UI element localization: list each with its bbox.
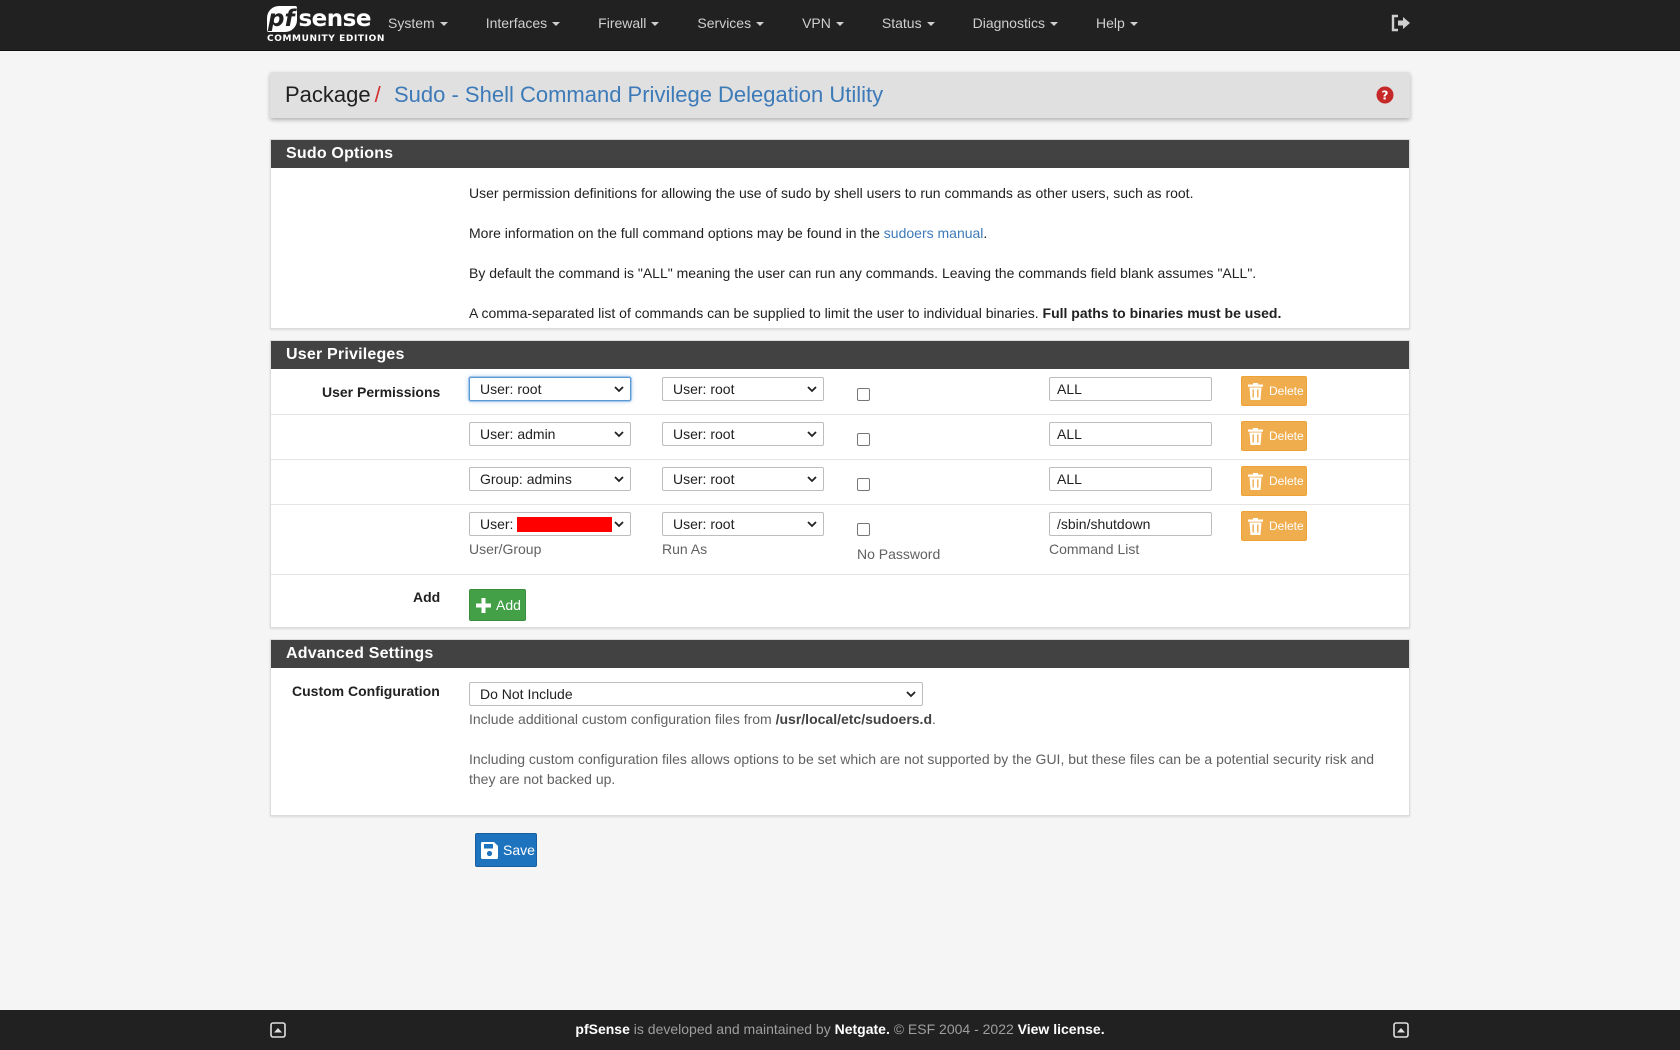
logo-wordmark: pf sense	[267, 4, 371, 34]
delete-button[interactable]: Delete	[1241, 466, 1307, 496]
pfsense-logo[interactable]: pf sense COMMUNITY EDITION	[264, 4, 384, 46]
chevron-down-icon	[807, 386, 817, 393]
caret-down-icon	[926, 22, 935, 27]
expand-up-icon[interactable]	[1393, 1022, 1409, 1038]
panel-heading-advanced-settings: Advanced Settings	[271, 640, 1409, 668]
menu-firewall[interactable]: Firewall	[598, 0, 678, 47]
chevron-down-icon	[807, 521, 817, 528]
user-group-select[interactable]: User:	[469, 512, 631, 536]
redacted-username	[517, 517, 613, 532]
chevron-down-icon	[807, 476, 817, 483]
caret-down-icon	[1129, 22, 1138, 27]
menu-status[interactable]: Status	[882, 0, 954, 47]
chevron-down-icon	[807, 431, 817, 438]
caret-down-icon	[835, 22, 844, 27]
user-group-help: User/Group	[469, 541, 542, 557]
command-list-input[interactable]: /sbin/shutdown	[1049, 512, 1212, 536]
row-divider	[271, 504, 1409, 505]
trash-icon	[1248, 473, 1263, 490]
menu-interfaces[interactable]: Interfaces	[486, 0, 579, 47]
user-group-select[interactable]: User: admin	[469, 422, 631, 446]
custom-configuration-select[interactable]: Do Not Include	[469, 682, 923, 706]
custom-config-help-2: Including custom configuration files all…	[469, 751, 1375, 767]
row-divider	[271, 574, 1409, 575]
user-group-select[interactable]: User: root	[469, 377, 631, 401]
user-privileges-panel: User Privileges User Permissions User: r…	[270, 340, 1410, 628]
run-as-select[interactable]: User: root	[662, 467, 824, 491]
custom-config-help-1: Include additional custom configuration …	[469, 711, 936, 727]
breadcrumb: Package / Sudo - Shell Command Privilege …	[270, 72, 1410, 118]
trash-icon	[1248, 383, 1263, 400]
row-divider	[271, 459, 1409, 460]
sudoers-manual-link[interactable]: sudoers manual	[884, 225, 984, 241]
menu-diagnostics[interactable]: Diagnostics	[973, 0, 1077, 47]
run-as-select[interactable]: User: root	[662, 377, 824, 401]
add-button[interactable]: Add	[469, 589, 526, 621]
trash-icon	[1248, 518, 1263, 535]
chevron-down-icon	[614, 521, 624, 528]
panel-heading-sudo-options: Sudo Options	[271, 140, 1409, 168]
caret-down-icon	[552, 22, 561, 27]
chevron-down-icon	[906, 691, 916, 698]
sign-out-icon[interactable]	[1391, 14, 1411, 32]
caret-down-icon	[651, 22, 660, 27]
command-list-input[interactable]: ALL	[1049, 377, 1212, 401]
breadcrumb-current-page[interactable]: Sudo - Shell Command Privilege Delegatio…	[394, 82, 883, 108]
sudo-options-panel: Sudo Options User permission definitions…	[270, 139, 1410, 329]
footer-text: pfSense is developed and maintained by N…	[575, 1021, 1105, 1037]
no-password-checkbox[interactable]	[857, 433, 870, 446]
chevron-down-icon	[614, 476, 624, 483]
delete-button[interactable]: Delete	[1241, 421, 1307, 451]
caret-down-icon	[756, 22, 765, 27]
breadcrumb-package: Package /	[285, 82, 381, 107]
logo-edition: COMMUNITY EDITION	[267, 34, 385, 44]
info-paragraph-3: By default the command is "ALL" meaning …	[469, 265, 1257, 281]
info-paragraph-1: User permission definitions for allowing…	[469, 185, 1194, 201]
advanced-settings-panel: Advanced Settings Custom Configuration D…	[270, 639, 1410, 816]
save-icon	[481, 842, 498, 859]
command-list-input[interactable]: ALL	[1049, 422, 1212, 446]
info-paragraph-2: More information on the full command opt…	[469, 225, 988, 241]
breadcrumb-separator: /	[374, 82, 381, 107]
main-menu: System Interfaces Firewall Services VPN …	[388, 0, 1176, 47]
menu-services[interactable]: Services	[697, 0, 783, 47]
caret-down-icon	[439, 22, 448, 27]
add-label: Add	[413, 589, 441, 605]
save-button[interactable]: Save	[475, 833, 537, 867]
footer: pfSense is developed and maintained by N…	[0, 1010, 1680, 1050]
menu-vpn[interactable]: VPN	[802, 0, 863, 47]
custom-configuration-label: Custom Configuration	[292, 683, 440, 699]
no-password-help: No Password	[857, 546, 941, 562]
no-password-checkbox[interactable]	[857, 478, 870, 491]
navbar-container: pf sense COMMUNITY EDITION System Interfa…	[262, 0, 1416, 51]
menu-help[interactable]: Help	[1096, 0, 1157, 47]
question-circle-icon[interactable]: ?	[1376, 86, 1394, 104]
run-as-help: Run As	[662, 541, 708, 557]
view-license-link[interactable]: View license.	[1018, 1021, 1105, 1037]
logo-pf: pf	[267, 6, 298, 32]
chevron-down-icon	[614, 386, 624, 393]
user-permissions-label: User Permissions	[322, 384, 441, 400]
run-as-select[interactable]: User: root	[662, 422, 824, 446]
delete-button[interactable]: Delete	[1241, 376, 1307, 406]
no-password-checkbox[interactable]	[857, 388, 870, 401]
top-navbar: pf sense COMMUNITY EDITION System Interfa…	[0, 0, 1680, 51]
panel-heading-user-privileges: User Privileges	[271, 341, 1409, 369]
caret-down-icon	[1049, 22, 1058, 27]
info-paragraph-4: A comma-separated list of commands can b…	[469, 305, 1282, 321]
command-list-input[interactable]: ALL	[1049, 467, 1212, 491]
svg-text:?: ?	[1382, 89, 1389, 103]
custom-config-help-3: they are not backed up.	[469, 771, 616, 787]
trash-icon	[1248, 428, 1263, 445]
plus-icon	[476, 598, 491, 613]
command-list-help: Command List	[1049, 541, 1140, 557]
no-password-checkbox[interactable]	[857, 523, 870, 536]
chevron-down-icon	[614, 431, 624, 438]
menu-system[interactable]: System	[388, 0, 467, 47]
row-divider	[271, 414, 1409, 415]
run-as-select[interactable]: User: root	[662, 512, 824, 536]
delete-button[interactable]: Delete	[1241, 511, 1307, 541]
logo-sense: sense	[298, 6, 371, 32]
user-group-select[interactable]: Group: admins	[469, 467, 631, 491]
